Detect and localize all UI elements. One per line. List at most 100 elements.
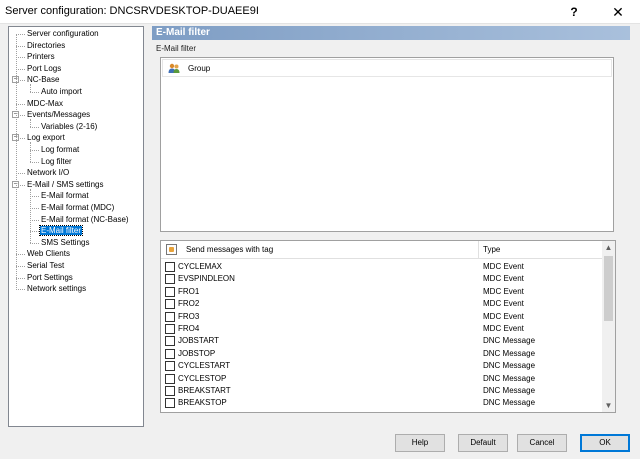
tag-list[interactable]: Send messages with tag Type CYCLEMAX MDC … xyxy=(160,240,616,413)
column-type-label[interactable]: Type xyxy=(483,245,500,254)
tree-item-label: Events/Messages xyxy=(27,110,91,120)
tag-type: DNC Message xyxy=(483,348,536,358)
tag-type: DNC Message xyxy=(483,336,536,346)
tag-row[interactable]: FRO2 MDC Event xyxy=(161,298,602,310)
tag-checkbox[interactable] xyxy=(165,299,175,310)
tree-item-label: E-Mail format (NC-Base) xyxy=(41,214,129,224)
tree-item-label: Variables (2-16) xyxy=(41,121,98,131)
ok-button[interactable]: OK xyxy=(580,434,630,452)
tag-checkbox[interactable] xyxy=(165,398,175,409)
tag-name: JOBSTOP xyxy=(178,348,216,358)
column-header-tag[interactable]: Send messages with tag xyxy=(161,241,479,259)
tag-row[interactable]: BREAKSTOP DNC Message xyxy=(161,397,602,409)
tree-connector xyxy=(30,231,39,233)
tag-checkbox[interactable] xyxy=(165,311,175,322)
tree-connector xyxy=(30,150,39,151)
tag-row[interactable]: EVSPINDLEON MDC Event xyxy=(161,273,602,285)
tree-item[interactable]: Port Logs xyxy=(26,63,62,75)
settings-tree[interactable]: Server configuration Directories Printers P… xyxy=(8,26,144,427)
tree-item[interactable]: MDC-Max xyxy=(26,98,64,110)
tag-row[interactable]: JOBSTART DNC Message xyxy=(161,335,602,347)
group-list[interactable]: Group xyxy=(160,57,614,232)
tree-item-label: NC-Base xyxy=(27,75,60,85)
tag-name: BREAKSTOP xyxy=(178,398,227,408)
tag-row[interactable]: JOBSTOP DNC Message xyxy=(161,348,602,360)
tree-item[interactable]: Serial Test xyxy=(26,260,65,272)
tree-item[interactable]: Directories xyxy=(26,40,66,52)
tree-item[interactable]: E-Mail format (MDC) xyxy=(40,202,115,214)
tag-checkbox[interactable] xyxy=(165,386,175,396)
tree-connector xyxy=(30,208,39,209)
tree-connector xyxy=(16,289,25,291)
tree-item[interactable]: E-Mail format (NC-Base) xyxy=(40,214,130,226)
tree-item[interactable]: E-Mail / SMS settings xyxy=(26,179,104,191)
tree-connector xyxy=(16,254,25,256)
tag-row[interactable]: CYCLESTART DNC Message xyxy=(161,360,602,372)
tag-type: DNC Message xyxy=(483,373,536,383)
tree-item[interactable]: Log format xyxy=(40,144,80,156)
help-button[interactable]: Help xyxy=(395,434,445,452)
scroll-thumb[interactable] xyxy=(604,256,613,321)
scroll-up-arrow-icon[interactable]: ▲ xyxy=(602,241,615,254)
tag-type: MDC Event xyxy=(483,286,524,296)
tree-item[interactable]: E-Mail filter xyxy=(38,225,84,237)
tree-item[interactable]: Web Clients xyxy=(26,248,71,260)
tree-item-label: Log filter xyxy=(41,156,72,166)
tree-item[interactable]: Port Settings xyxy=(26,272,74,284)
tree-connector xyxy=(30,119,31,127)
tag-type: MDC Event xyxy=(483,311,524,321)
tag-checkbox[interactable] xyxy=(165,336,175,347)
tree-item-label: Web Clients xyxy=(27,249,70,259)
tree-connector xyxy=(30,242,39,244)
tree-item-label: Auto import xyxy=(41,87,82,96)
tag-checkbox[interactable] xyxy=(165,348,175,359)
tree-item[interactable]: E-Mail format xyxy=(40,190,90,202)
tag-header-icon xyxy=(166,244,177,255)
tag-row[interactable]: BREAKSTART DNC Message xyxy=(161,385,602,397)
tag-row[interactable]: CYCLEMAX MDC Event xyxy=(161,261,602,273)
default-button[interactable]: Default xyxy=(458,434,508,452)
help-title-button[interactable]: ? xyxy=(552,0,596,24)
tag-row[interactable]: CYCLESTOP DNC Message xyxy=(161,373,602,385)
tag-name: EVSPINDLEON xyxy=(178,274,235,284)
tag-checkbox[interactable] xyxy=(165,274,175,285)
tag-row[interactable]: FRO1 MDC Event xyxy=(161,286,602,298)
tree-item-label: Port Logs xyxy=(27,63,62,73)
tree-item[interactable]: Printers xyxy=(26,51,56,63)
tag-checkbox[interactable] xyxy=(165,361,175,372)
tree-item[interactable]: Network settings xyxy=(26,283,87,295)
tree-item-label: Server configuration xyxy=(27,29,99,38)
tag-list-header: Send messages with tag Type xyxy=(161,241,602,259)
tag-checkbox[interactable] xyxy=(165,324,175,334)
tag-name: CYCLEMAX xyxy=(178,262,223,271)
tree-item[interactable]: Auto import xyxy=(40,86,83,98)
tag-checkbox[interactable] xyxy=(165,286,175,297)
tree-item[interactable]: Log export xyxy=(26,132,66,144)
tree-item[interactable]: Variables (2-16) xyxy=(40,121,98,133)
tag-list-scrollbar[interactable]: ▲ ▼ xyxy=(602,241,615,412)
tree-connector xyxy=(30,161,39,163)
tree-connector xyxy=(16,68,25,70)
tree-item[interactable]: Log filter xyxy=(40,156,73,168)
tree-item[interactable]: Network I/O xyxy=(26,167,70,179)
tree-item[interactable]: Server configuration xyxy=(26,28,100,40)
tree-connector xyxy=(30,142,31,162)
title-bar: Server configuration: DNCSRVDESKTOP-DUAE… xyxy=(0,0,640,24)
group-row[interactable]: Group xyxy=(162,59,612,77)
scroll-down-arrow-icon[interactable]: ▼ xyxy=(602,399,615,412)
tag-name: BREAKSTART xyxy=(178,386,231,395)
tag-name: FRO2 xyxy=(178,299,200,309)
tree-item[interactable]: NC-Base xyxy=(26,74,60,86)
tree-item-label: Printers xyxy=(27,52,55,62)
tag-row[interactable]: FRO4 MDC Event xyxy=(161,323,602,335)
close-button[interactable]: ✕ xyxy=(596,0,640,24)
tag-checkbox[interactable] xyxy=(165,373,175,384)
cancel-button[interactable]: Cancel xyxy=(517,434,567,452)
tree-item[interactable]: SMS Settings xyxy=(40,237,90,249)
tag-checkbox[interactable] xyxy=(165,262,175,272)
tag-row[interactable]: FRO3 MDC Event xyxy=(161,311,602,323)
tag-name: CYCLESTART xyxy=(178,361,231,371)
section-label: E-Mail filter xyxy=(156,44,197,53)
tree-item[interactable]: Events/Messages xyxy=(26,109,91,121)
tree-item-label: Directories xyxy=(27,40,66,50)
